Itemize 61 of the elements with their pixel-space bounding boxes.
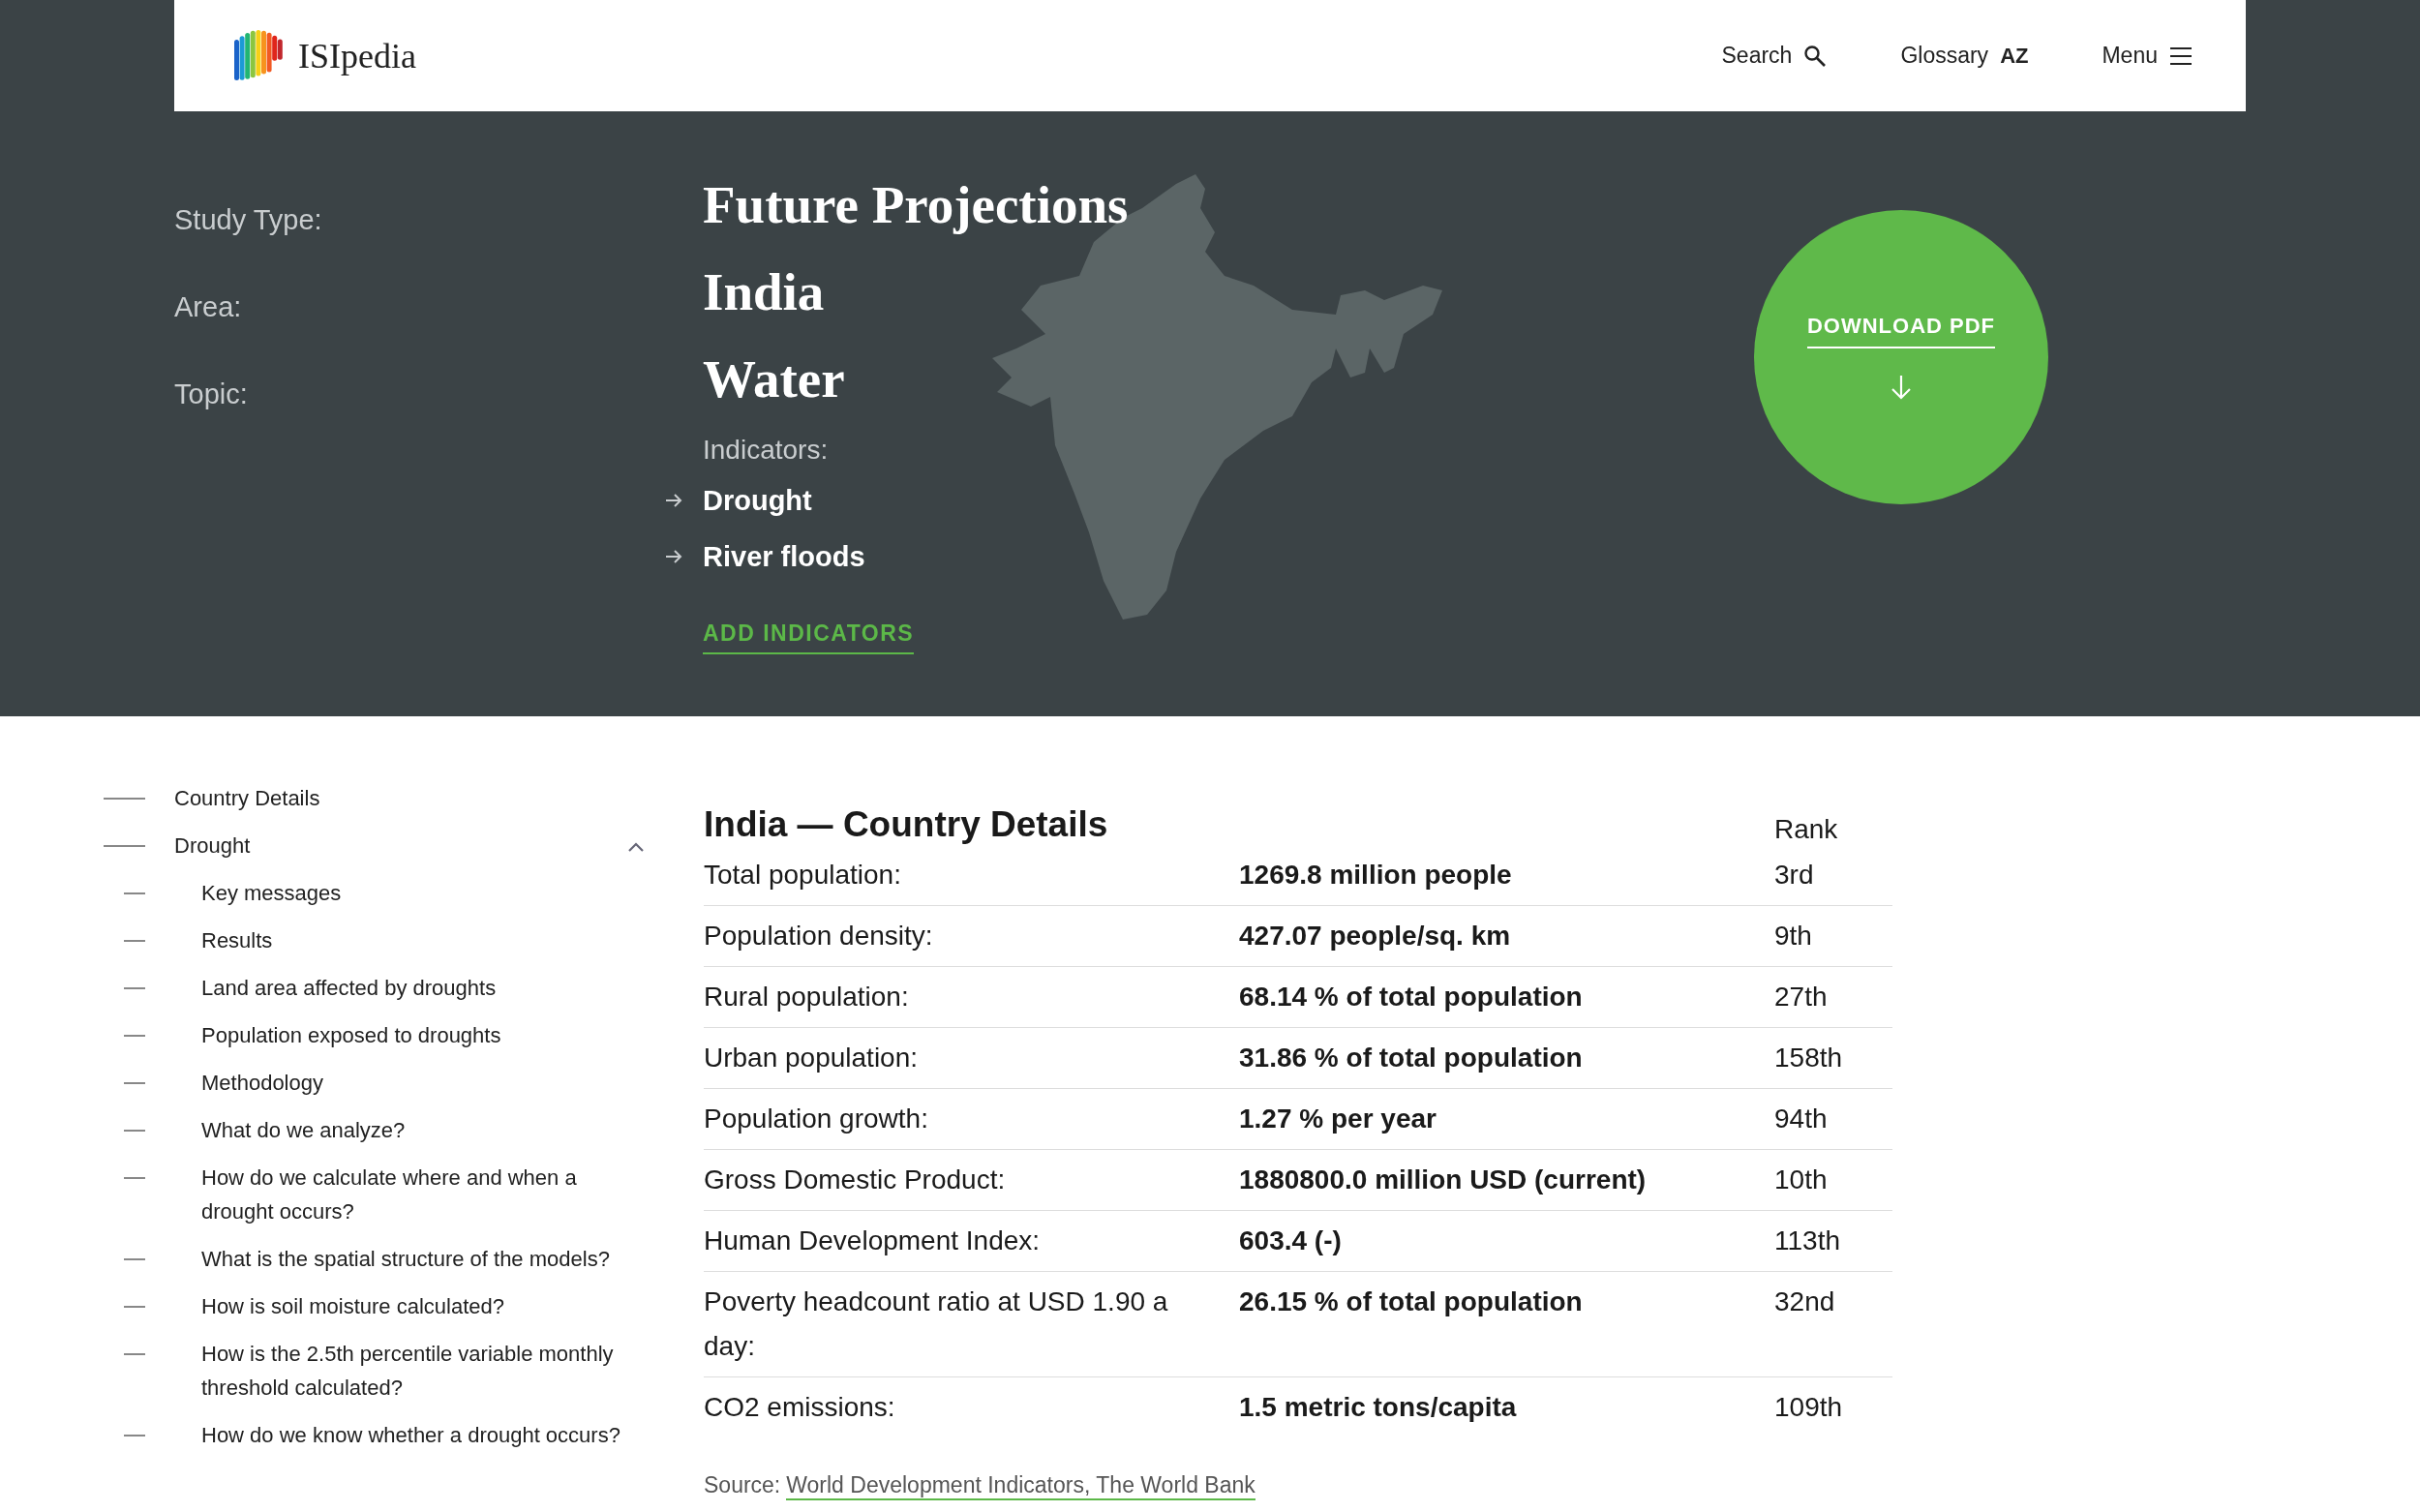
sidebar-item[interactable]: How do we calculate where and when a drought occurs?	[201, 1161, 646, 1228]
field-label: Topic:	[174, 378, 249, 411]
table-cell-text: 603.4 (-)	[1239, 1225, 1343, 1257]
sidebar-item[interactable]: How is the 2.5th percentile variable monthly threshold calculated?	[201, 1337, 646, 1405]
table-cell-text: 1880800.0 million USD (current)	[1239, 1164, 1648, 1196]
field-value: Water	[703, 348, 846, 410]
field-label: Study Type:	[174, 203, 323, 237]
sidebar-item[interactable]: What do we analyze?	[201, 1113, 646, 1147]
search-button[interactable]: Search	[1721, 43, 1828, 69]
add-indicators-link[interactable]: ADD INDICATORS	[703, 620, 915, 654]
table-cell-text: 9th	[1774, 920, 1813, 953]
sidebar-item[interactable]: Key messages	[201, 876, 646, 910]
column-header: Rank	[1774, 814, 1839, 845]
table-cell-text: 158th	[1774, 1042, 1844, 1074]
table-cell-text: 32nd	[1774, 1285, 1836, 1318]
sidebar-item[interactable]: Methodology	[201, 1066, 646, 1100]
sidebar-item[interactable]: Country Details	[174, 781, 646, 815]
table-cell-text: Total population:	[704, 859, 902, 892]
sidebar-item[interactable]: Population exposed to droughts	[201, 1018, 646, 1052]
table-cell-text: Population growth:	[704, 1103, 929, 1135]
chevron-icon[interactable]	[626, 840, 646, 854]
table-cell-text: Human Development Index:	[704, 1225, 1042, 1257]
indicator-link[interactable]: Drought	[703, 484, 812, 517]
source-label: Source:	[704, 1472, 781, 1499]
field-label: Area:	[174, 290, 243, 324]
indicators-label: Indicators:	[703, 435, 830, 466]
sidebar-item[interactable]: Land area affected by droughts	[201, 971, 646, 1005]
table-cell-text: Gross Domestic Product:	[704, 1164, 1007, 1196]
table-cell-text: 31.86 % of total population	[1239, 1042, 1584, 1074]
table-cell-text: Rural population:	[704, 981, 910, 1013]
table-cell-text: Poverty headcount ratio at USD 1.90 a day:	[704, 1285, 1169, 1363]
indicator-link[interactable]: River floods	[703, 540, 865, 573]
sidebar-item[interactable]: How is soil moisture calculated?	[201, 1289, 646, 1323]
table-cell-text: 1269.8 million people	[1239, 859, 1513, 892]
section-title: India — Country Details	[704, 804, 1109, 845]
table-cell-text: 68.14 % of total population	[1239, 981, 1584, 1013]
sidebar-item[interactable]: How do we know whether a drought occurs?	[201, 1418, 646, 1452]
table-cell-text: 26.15 % of total population	[1239, 1285, 1584, 1318]
table-cell-text: Urban population:	[704, 1042, 920, 1074]
table-cell-text: 1.27 % per year	[1239, 1103, 1437, 1135]
source-link[interactable]: World Development Indicators, The World Bank	[786, 1472, 1255, 1500]
field-value: Future Projections	[703, 174, 1129, 236]
table-cell-text: Population density:	[704, 920, 934, 953]
table-cell-text: 27th	[1774, 981, 1829, 1013]
download-arrow-icon	[1889, 374, 1914, 401]
field-value: India	[703, 261, 826, 323]
table-cell-text: 1.5 metric tons/capita	[1239, 1391, 1518, 1424]
brand-name[interactable]: ISIpedia	[298, 35, 416, 76]
table-cell-text: 3rd	[1774, 859, 1815, 892]
sidebar-item[interactable]: Results	[201, 923, 646, 957]
table-cell-text: 109th	[1774, 1391, 1844, 1424]
sidebar-item[interactable]: What is the spatial structure of the models?	[201, 1242, 646, 1276]
menu-button[interactable]: Menu	[2102, 43, 2193, 69]
table-cell-text: 94th	[1774, 1103, 1829, 1135]
table-cell-text: 113th	[1774, 1225, 1841, 1257]
glossary-button[interactable]: Glossary AZ	[1900, 43, 2029, 69]
table-cell-text: 427.07 people/sq. km	[1239, 920, 1512, 953]
sidebar-item[interactable]: Drought	[174, 829, 626, 862]
search-icon	[1803, 44, 1828, 68]
table-cell-text: CO2 emissions:	[704, 1391, 896, 1424]
table-cell-text: 10th	[1774, 1164, 1829, 1196]
